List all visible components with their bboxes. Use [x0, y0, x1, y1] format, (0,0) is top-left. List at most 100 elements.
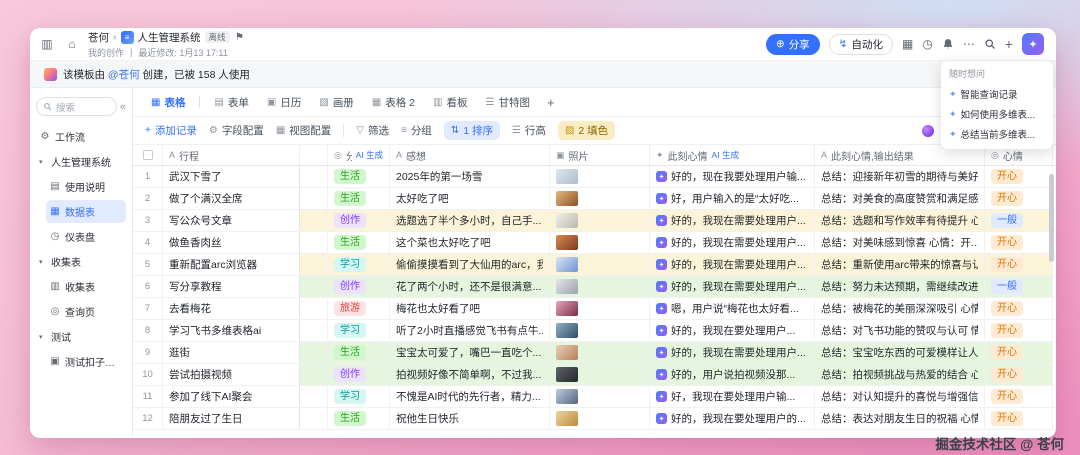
ai-capability-icon[interactable] [922, 125, 934, 137]
row-number-cell[interactable]: 7 [133, 298, 163, 319]
cell-result[interactable]: 总结：选题和写作效率有待提升 心情... [815, 210, 985, 231]
cell-thought[interactable]: 花了两个小时，还不是很满意... [390, 276, 550, 297]
breadcrumb-root[interactable]: 苍何 [88, 30, 109, 45]
view-tab-7[interactable]: ☰甘特图 [477, 92, 537, 113]
cell-ai_mood[interactable]: ✦嗯，用户说“梅花也太好看... [650, 298, 815, 319]
sidebar-item-test-group[interactable]: ▾测试 [36, 325, 126, 348]
cell-category[interactable]: 生活 [328, 232, 390, 253]
view-tab-2[interactable]: ▤表单 [206, 92, 256, 113]
cell-photo[interactable] [550, 320, 650, 341]
cell-photo[interactable] [550, 232, 650, 253]
view-config-button[interactable]: ▦视图配置 [276, 123, 331, 138]
view-tab-1[interactable]: ▦表格 [143, 92, 193, 113]
cell-result[interactable]: 总结：重新使用arc带来的惊喜与认... [815, 254, 985, 275]
cell-ai_mood[interactable]: ✦好的，我现在需要处理用户... [650, 342, 815, 363]
cell-mood[interactable]: 开心 [985, 342, 1053, 363]
row-number-cell[interactable]: 2 [133, 188, 163, 209]
cell-photo[interactable] [550, 364, 650, 385]
cell-thought[interactable]: 听了2小时直播感觉飞书有点牛... [390, 320, 550, 341]
row-number-cell[interactable]: 8 [133, 320, 163, 341]
cell-ai_mood[interactable]: ✦好的，现在我要处理用户输... [650, 166, 815, 187]
cell-thought[interactable]: 不愧是AI时代的先行者，精力... [390, 386, 550, 407]
automation-button[interactable]: ↯自动化 [829, 34, 893, 55]
field-config-button[interactable]: ⚙字段配置 [209, 123, 264, 138]
cell-photo[interactable] [550, 342, 650, 363]
ai-assistant-button[interactable]: ✦ [1022, 33, 1044, 55]
cell-mood[interactable]: 开心 [985, 298, 1053, 319]
select-all-checkbox[interactable] [133, 145, 163, 165]
row-number-cell[interactable]: 1 [133, 166, 163, 187]
cell-ai_mood[interactable]: ✦好的，我现在要处理用户... [650, 320, 815, 341]
cell-ai_mood[interactable]: ✦好的，我现在需要处理用户... [650, 254, 815, 275]
collapse-sidebar-icon[interactable]: « [120, 101, 126, 113]
sidebar-item-data-table[interactable]: ▦数据表 [46, 200, 126, 223]
cell-photo[interactable] [550, 386, 650, 407]
cell-category[interactable]: 旅游 [328, 298, 390, 319]
cell-mood[interactable]: 开心 [985, 364, 1053, 385]
sidebar-search-input[interactable]: 搜索 [36, 97, 117, 116]
cell-result[interactable]: 总结：努力未达预期，需继续改进 心... [815, 276, 985, 297]
author-link[interactable]: @苍何 [108, 69, 140, 81]
ai-suggestion-1[interactable]: ✦智能查询记录 [948, 84, 1046, 104]
history-icon[interactable]: ◷ [922, 37, 932, 51]
cell-trip[interactable]: 参加了线下AI聚会 [163, 386, 300, 407]
share-button[interactable]: ⊕分享 [766, 34, 820, 55]
view-tab-5[interactable]: ▦表格 2 [364, 92, 423, 113]
cell-trip[interactable]: 去看梅花 [163, 298, 300, 319]
cell-trip[interactable]: 做鱼香肉丝 [163, 232, 300, 253]
cell-result[interactable]: 总结：对美食的高度赞赏和满足感 ... [815, 188, 985, 209]
add-icon[interactable]: + [1005, 36, 1013, 52]
cell-mood[interactable]: 一般 [985, 276, 1053, 297]
cell-thought[interactable]: 偷偷摸摸看到了大仙用的arc，我... [390, 254, 550, 275]
cell-trip[interactable]: 写分享教程 [163, 276, 300, 297]
row-number-cell[interactable]: 9 [133, 342, 163, 363]
column-header-photo[interactable]: ▣照片 [550, 145, 650, 165]
cell-ai_mood[interactable]: ✦好的，用户说拍视频没那... [650, 364, 815, 385]
row-number-cell[interactable]: 3 [133, 210, 163, 231]
home-icon[interactable]: ⌂ [63, 37, 81, 51]
cell-ai_mood[interactable]: ✦好的，我现在需要处理用户... [650, 276, 815, 297]
cell-ai_mood[interactable]: ✦好的，我现在需要处理用户... [650, 232, 815, 253]
cell-result[interactable]: 总结：对美味感到惊喜 心情：开... [815, 232, 985, 253]
cell-trip[interactable]: 武汉下雪了 [163, 166, 300, 187]
view-tab-4[interactable]: ▧画册 [311, 92, 361, 113]
cell-photo[interactable] [550, 210, 650, 231]
row-height-button[interactable]: ☰行高 [512, 123, 546, 138]
cell-result[interactable]: 总结：拍视频挑战与热爱的结合 心情... [815, 364, 985, 385]
filter-button[interactable]: ▽筛选 [356, 123, 389, 138]
creation-source[interactable]: 我的创作 [88, 46, 124, 59]
view-tab-3[interactable]: ▣日历 [259, 92, 309, 113]
cell-photo[interactable] [550, 276, 650, 297]
ai-suggestion-2[interactable]: ✦如何使用多维表... [948, 104, 1046, 124]
sidebar-item-collect-group[interactable]: ▾收集表 [36, 250, 126, 273]
sidebar-item-collect-form[interactable]: ▥收集表 [46, 275, 126, 298]
sidebar-item-life-system[interactable]: ▾人生管理系统 [36, 150, 126, 173]
cell-category[interactable]: 创作 [328, 364, 390, 385]
cell-photo[interactable] [550, 408, 650, 429]
cell-result[interactable]: 总结：对飞书功能的赞叹与认可 情绪... [815, 320, 985, 341]
cell-thought[interactable]: 太好吃了吧 [390, 188, 550, 209]
sidebar-item-query-page[interactable]: ◎查询页 [46, 300, 126, 323]
ai-suggestion-3[interactable]: ✦总结当前多维表... [948, 124, 1046, 144]
cell-ai_mood[interactable]: ✦好的，我现在需要处理用户... [650, 210, 815, 231]
cell-mood[interactable]: 开心 [985, 166, 1053, 187]
cell-mood[interactable]: 开心 [985, 320, 1053, 341]
cell-trip[interactable]: 逛街 [163, 342, 300, 363]
cell-category[interactable]: 生活 [328, 166, 390, 187]
cell-category[interactable]: 生活 [328, 342, 390, 363]
document-title[interactable]: 人生管理系统 [138, 30, 201, 45]
fill-color-button[interactable]: ▨2 填色 [558, 121, 615, 140]
add-record-button[interactable]: +添加记录 [145, 123, 197, 138]
column-header-thought[interactable]: A感想 [390, 145, 550, 165]
cell-category[interactable]: 学习 [328, 254, 390, 275]
column-header-trip[interactable]: A行程 [163, 145, 300, 165]
cell-result[interactable]: 总结：迎接新年初雪的期待与美好 心... [815, 166, 985, 187]
cell-trip[interactable]: 做了个满汉全席 [163, 188, 300, 209]
row-number-cell[interactable]: 12 [133, 408, 163, 429]
search-icon[interactable] [984, 38, 996, 50]
cell-thought[interactable]: 宝宝太可爱了，嘴巴一直吃个... [390, 342, 550, 363]
cell-category[interactable]: 学习 [328, 386, 390, 407]
cell-category[interactable]: 生活 [328, 408, 390, 429]
row-number-cell[interactable]: 6 [133, 276, 163, 297]
cell-ai_mood[interactable]: ✦好，用户输入的是“太好吃... [650, 188, 815, 209]
